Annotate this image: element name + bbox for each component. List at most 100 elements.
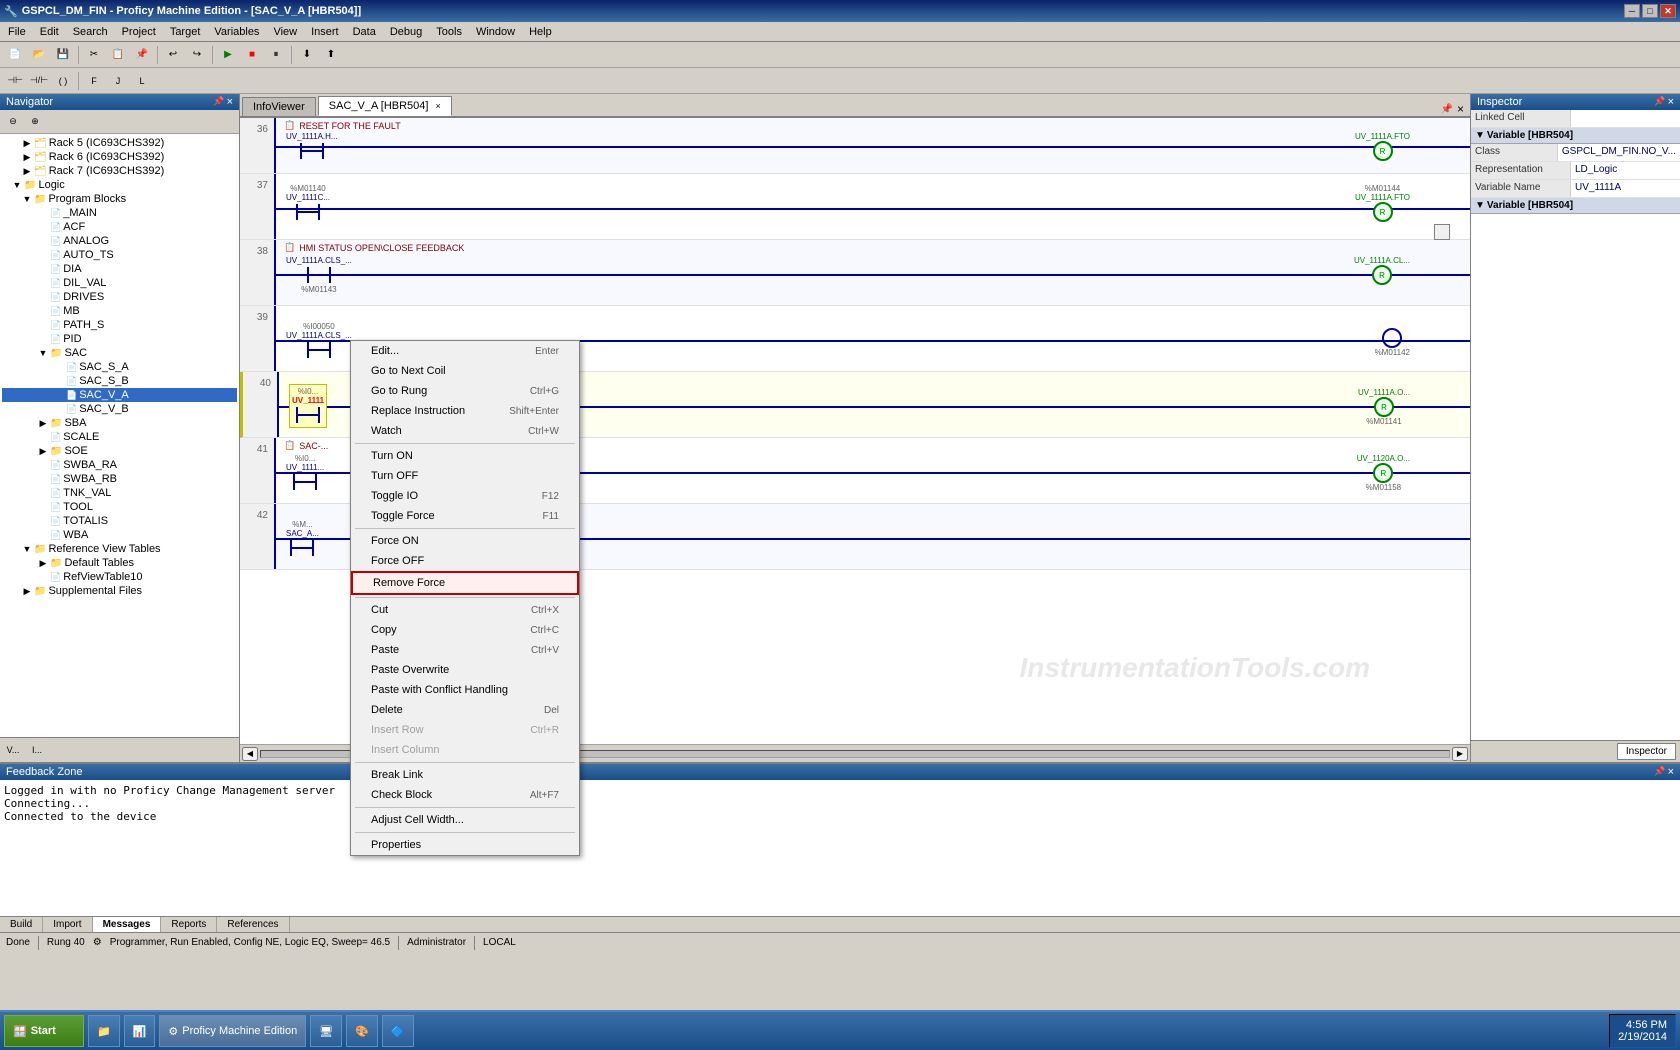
tree-analog[interactable]: 📄 ANALOG <box>2 234 237 248</box>
scroll-right-btn[interactable]: ▶ <box>1452 747 1468 761</box>
ctx-goto-rung[interactable]: Go to RungCtrl+G <box>351 381 579 401</box>
contact-no-btn[interactable]: ⊣⊢ <box>4 71 26 91</box>
tab-sac-va[interactable]: SAC_V_A [HBR504] × <box>318 96 452 116</box>
tree-supplemental[interactable]: ▶ 📁 Supplemental Files <box>2 584 237 598</box>
tree-totalis[interactable]: 📄 TOTALIS <box>2 514 237 528</box>
rung-40-elem-selected[interactable]: %I0... UV_1111 <box>289 384 327 428</box>
upload-btn[interactable]: ⬆ <box>320 45 342 65</box>
ctx-turn-off[interactable]: Turn OFF <box>351 466 579 486</box>
tree-program-blocks[interactable]: ▼ 📁 Program Blocks <box>2 192 237 206</box>
paste-btn[interactable]: 📌 <box>131 45 153 65</box>
menu-project[interactable]: Project <box>116 24 162 40</box>
tree-rack5[interactable]: ▶ 🗂 Rack 5 (IC693CHS392) <box>2 136 237 150</box>
menu-view[interactable]: View <box>267 24 303 40</box>
ctx-properties[interactable]: Properties <box>351 835 579 855</box>
menu-window[interactable]: Window <box>470 24 521 40</box>
ctx-toggle-force[interactable]: Toggle ForceF11 <box>351 506 579 526</box>
maximize-button[interactable]: □ <box>1642 4 1658 18</box>
download-btn[interactable]: ⬇ <box>296 45 318 65</box>
save-btn[interactable]: 💾 <box>52 45 74 65</box>
ctx-force-on[interactable]: Force ON <box>351 531 579 551</box>
collapse2-icon[interactable]: ▼ <box>1475 200 1485 211</box>
tree-pid[interactable]: 📄 PID <box>2 332 237 346</box>
tree-drives[interactable]: 📄 DRIVES <box>2 290 237 304</box>
feedback-tab-import[interactable]: Import <box>43 917 92 932</box>
ctx-paste-overwrite[interactable]: Paste Overwrite <box>351 660 579 680</box>
tree-logic[interactable]: ▼ 📁 Logic <box>2 178 237 192</box>
rung-42-elem1[interactable]: %M... SAC_A... <box>286 520 319 558</box>
tree-auto-ts[interactable]: 📄 AUTO_TS <box>2 248 237 262</box>
inspector-close-icon[interactable]: × <box>1668 96 1674 108</box>
feedback-tab-messages[interactable]: Messages <box>93 917 162 932</box>
inspector-pin-icon[interactable]: 📌 <box>1654 96 1665 108</box>
jump-btn[interactable]: J <box>107 71 129 91</box>
menu-file[interactable]: File <box>2 24 32 40</box>
rung-39-coil1[interactable]: %M01142 <box>1375 328 1410 357</box>
tree-sac[interactable]: ▼ 📁 SAC <box>2 346 237 360</box>
tree-wba[interactable]: 📄 WBA <box>2 528 237 542</box>
rung-39-elem1[interactable]: %I00050 UV_1111A.CLS_... <box>286 322 352 360</box>
taskbar-paint-btn[interactable]: 🎨 <box>346 1015 378 1047</box>
tree-swba-rb[interactable]: 📄 SWBA_RB <box>2 472 237 486</box>
rung-41-elem1[interactable]: %I0... UV_1111... <box>286 454 324 492</box>
tree-soe[interactable]: ▶ 📁 SOE <box>2 444 237 458</box>
rung-36-elem1[interactable]: UV_1111A.H... <box>286 132 338 161</box>
undo-btn[interactable]: ↩ <box>162 45 184 65</box>
menu-help[interactable]: Help <box>523 24 558 40</box>
tree-sac-vb[interactable]: 📄 SAC_V_B <box>2 402 237 416</box>
rung-38-coil1[interactable]: UV_1111A.CL... R <box>1354 256 1410 285</box>
tree-sac-va[interactable]: 📄 SAC_V_A <box>2 388 237 402</box>
rung-40-coil1[interactable]: UV_1111A.O... R %M01141 <box>1358 388 1410 426</box>
menu-target[interactable]: Target <box>164 24 207 40</box>
menu-edit[interactable]: Edit <box>34 24 65 40</box>
taskbar-app-btn[interactable]: 🔷 <box>382 1015 414 1047</box>
rung-41-coil1[interactable]: UV_1120A.O... R %M01158 <box>1357 454 1410 492</box>
editor-close-icon[interactable]: × <box>1457 102 1464 116</box>
ctx-next-coil[interactable]: Go to Next Coil <box>351 361 579 381</box>
tree-scale[interactable]: 📄 SCALE <box>2 430 237 444</box>
stop-btn[interactable]: ■ <box>241 45 263 65</box>
tree-rack6[interactable]: ▶ 🗂 Rack 6 (IC693CHS392) <box>2 150 237 164</box>
taskbar-explorer-btn[interactable]: 📁 <box>88 1015 120 1047</box>
tree-default-tables[interactable]: ▶ 📁 Default Tables <box>2 556 237 570</box>
tree-mb[interactable]: 📄 MB <box>2 304 237 318</box>
ctx-edit[interactable]: Edit...Enter <box>351 341 579 361</box>
scroll-left-btn[interactable]: ◀ <box>242 747 258 761</box>
cut-btn[interactable]: ✂ <box>83 45 105 65</box>
open-btn[interactable]: 📂 <box>28 45 50 65</box>
func-btn[interactable]: F <box>83 71 105 91</box>
nav-collapse-btn[interactable]: ⊖ <box>2 112 24 132</box>
nav-expand-btn[interactable]: ⊕ <box>24 112 46 132</box>
nav-view-btn[interactable]: V... <box>2 740 24 760</box>
rung-38-elem1[interactable]: UV_1111A.CLS_... %M01143 <box>286 256 352 294</box>
nav-info-btn[interactable]: I... <box>26 740 48 760</box>
ctx-copy[interactable]: CopyCtrl+C <box>351 620 579 640</box>
collapse-icon[interactable]: ▼ <box>1475 130 1485 141</box>
ctx-force-off[interactable]: Force OFF <box>351 551 579 571</box>
run-btn[interactable]: ▶ <box>217 45 239 65</box>
ctx-delete[interactable]: DeleteDel <box>351 700 579 720</box>
feedback-close-icon[interactable]: × <box>1668 766 1674 778</box>
pause-btn[interactable]: ⏸ <box>265 45 287 65</box>
feedback-tab-reports[interactable]: Reports <box>161 917 217 932</box>
ctx-paste[interactable]: PasteCtrl+V <box>351 640 579 660</box>
tree-tool[interactable]: 📄 TOOL <box>2 500 237 514</box>
ctx-adjust-cell-width[interactable]: Adjust Cell Width... <box>351 810 579 830</box>
ctx-paste-conflict[interactable]: Paste with Conflict Handling <box>351 680 579 700</box>
tree-acf[interactable]: 📄 ACF <box>2 220 237 234</box>
inspector-tab[interactable]: Inspector <box>1617 743 1676 760</box>
ctx-cut[interactable]: CutCtrl+X <box>351 600 579 620</box>
coil-btn[interactable]: ( ) <box>52 71 74 91</box>
close-button[interactable]: ✕ <box>1660 4 1676 18</box>
taskbar-monitor-btn[interactable]: 🖥 <box>310 1015 342 1047</box>
tree-tnk-val[interactable]: 📄 TNK_VAL <box>2 486 237 500</box>
tree-swba-ra[interactable]: 📄 SWBA_RA <box>2 458 237 472</box>
menu-search[interactable]: Search <box>67 24 114 40</box>
feedback-tab-references[interactable]: References <box>217 917 289 932</box>
new-btn[interactable]: 📄 <box>4 45 26 65</box>
ctx-turn-on[interactable]: Turn ON <box>351 446 579 466</box>
ctx-replace-instr[interactable]: Replace InstructionShift+Enter <box>351 401 579 421</box>
feedback-tab-build[interactable]: Build <box>0 917 43 932</box>
tree-sac-sb[interactable]: 📄 SAC_S_B <box>2 374 237 388</box>
label-btn[interactable]: L <box>131 71 153 91</box>
